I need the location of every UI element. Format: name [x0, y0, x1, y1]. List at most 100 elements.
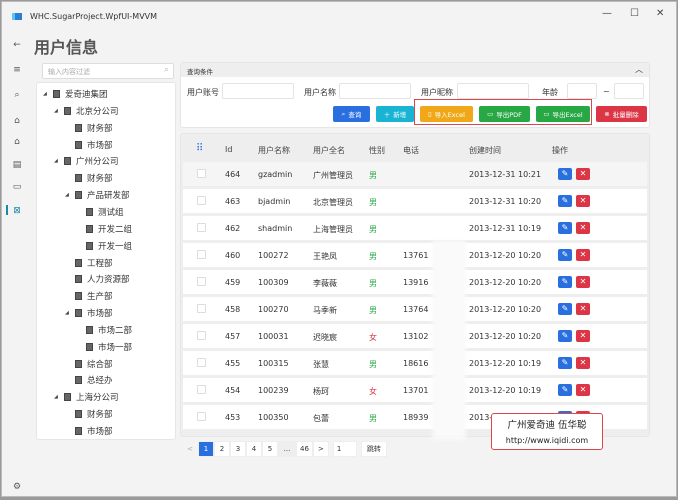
tree-node[interactable]: 市场二部 [76, 322, 132, 338]
delete-button[interactable]: ✕ [576, 330, 590, 342]
column-header[interactable]: 创建时间 [469, 145, 501, 156]
page-button[interactable]: 3 [230, 441, 246, 457]
collapse-icon[interactable]: ︿ [635, 64, 643, 75]
tree-node[interactable]: 综合部 [65, 356, 113, 372]
delete-button[interactable]: ✕ [576, 384, 590, 396]
tree-node[interactable]: 人力资源部 [65, 271, 130, 287]
edit-button[interactable]: ✎ [558, 276, 572, 288]
edit-button[interactable]: ✎ [558, 303, 572, 315]
expanded-triangle-icon[interactable]: ◢ [65, 192, 75, 198]
row-checkbox[interactable] [197, 358, 206, 367]
tree-node[interactable]: ◢ 广州分公司 [54, 153, 119, 169]
query-header[interactable]: 查询条件 ︿ [181, 63, 649, 77]
tree-node[interactable]: 工程部 [65, 255, 113, 271]
home-icon[interactable]: ⌂ [11, 116, 23, 126]
column-chooser-icon[interactable]: ⠿ [196, 143, 203, 154]
page-button[interactable]: 46 [296, 441, 313, 457]
table-row[interactable]: 462 shadmin 上海管理员 男 2013-12-31 10:19 ✎ ✕ [183, 216, 647, 240]
edit-button[interactable]: ✎ [558, 168, 572, 180]
edit-button[interactable]: ✎ [558, 195, 572, 207]
back-arrow-icon[interactable]: ← [11, 40, 23, 50]
edit-button[interactable]: ✎ [558, 330, 572, 342]
close-button[interactable]: ✕ [656, 8, 664, 19]
expanded-triangle-icon[interactable]: ◢ [54, 158, 64, 164]
tree-node[interactable]: ◢ 产品研发部 [65, 187, 130, 203]
search-icon[interactable]: ⌕ [11, 90, 23, 100]
row-checkbox[interactable] [197, 385, 206, 394]
page-button[interactable]: 1 [198, 441, 214, 457]
chart-icon[interactable]: ⊠ [11, 206, 23, 216]
page-button[interactable]: ... [278, 441, 296, 457]
row-checkbox[interactable] [197, 304, 206, 313]
tree-node[interactable]: 总经办 [65, 372, 113, 388]
table-row[interactable]: 457 100031 迟晓宸 女 13102 2013-12-20 10:20 ✎ ✕ [183, 324, 647, 348]
edit-button[interactable]: ✎ [558, 249, 572, 261]
tree-node[interactable]: 开发一组 [76, 238, 132, 254]
row-checkbox[interactable] [197, 223, 206, 232]
menu-icon[interactable]: ≡ [11, 65, 23, 75]
tree-node[interactable]: 财务部 [65, 170, 113, 186]
jump-page-input[interactable]: 1 [332, 441, 357, 457]
column-header[interactable]: 性别 [369, 145, 385, 156]
table-row[interactable]: 454 100239 杨珂 女 13701 2013-12-20 10:19 ✎ ✕ [183, 378, 647, 402]
row-checkbox[interactable] [197, 196, 206, 205]
tree-node[interactable]: ◢ 爱奇迪集团 [43, 86, 108, 102]
tree-node[interactable]: 市场部 [65, 137, 113, 153]
column-header[interactable]: 用户名称 [258, 145, 290, 156]
tree-node[interactable]: 财务部 [65, 120, 113, 136]
delete-button[interactable]: ✕ [576, 195, 590, 207]
nickname-input[interactable] [457, 83, 529, 99]
row-checkbox[interactable] [197, 412, 206, 421]
settings-icon[interactable]: ⚙ [11, 482, 23, 492]
delete-button[interactable]: ✕ [576, 357, 590, 369]
column-header[interactable]: 操作 [552, 145, 568, 156]
maximize-button[interactable]: ☐ [630, 8, 639, 19]
home-outline-icon[interactable]: ⌂ [11, 137, 23, 147]
table-row[interactable]: 463 bjadmin 北京管理员 男 2013-12-31 10:20 ✎ ✕ [183, 189, 647, 213]
column-header[interactable]: 用户全名 [313, 145, 345, 156]
table-row[interactable]: 464 gzadmin 广州管理员 男 2013-12-31 10:21 ✎ ✕ [183, 162, 647, 186]
delete-button[interactable]: ✕ [576, 168, 590, 180]
account-input[interactable] [222, 83, 294, 99]
minimize-button[interactable]: — [602, 8, 612, 19]
tree-node[interactable]: ◢ 北京分公司 [54, 103, 119, 119]
row-checkbox[interactable] [197, 169, 206, 178]
page-button[interactable]: 2 [214, 441, 230, 457]
age-min-input[interactable] [567, 83, 597, 99]
tree-filter-input[interactable]: 输入内容过滤 ⌕ [42, 63, 174, 79]
row-checkbox[interactable] [197, 250, 206, 259]
tree-node[interactable]: 市场一部 [76, 339, 132, 355]
edit-button[interactable]: ✎ [558, 357, 572, 369]
delete-button[interactable]: ✕ [576, 249, 590, 261]
tree-node[interactable]: 市场部 [65, 423, 113, 439]
age-max-input[interactable] [614, 83, 644, 99]
page-button[interactable]: 5 [262, 441, 278, 457]
tree-node[interactable]: 开发二组 [76, 221, 132, 237]
table-row[interactable]: 458 100270 马季新 男 13764 2013-12-20 10:20 ✎ ✕ [183, 297, 647, 321]
table-row[interactable]: 455 100315 张慧 男 18616 2013-12-20 10:19 ✎ ✕ [183, 351, 647, 375]
tree-node[interactable]: ◢ 市场部 [65, 305, 113, 321]
jump-button[interactable]: 跳转 [360, 441, 387, 457]
name-input[interactable] [339, 83, 411, 99]
column-header[interactable]: 电话 [403, 145, 419, 156]
card-icon[interactable]: ▭ [11, 182, 23, 192]
column-header[interactable]: Id [225, 145, 232, 154]
table-row[interactable]: 459 100309 李薇薇 男 13916 2013-12-20 10:20 ✎ ✕ [183, 270, 647, 294]
delete-button[interactable]: ✕ [576, 303, 590, 315]
expanded-triangle-icon[interactable]: ◢ [54, 108, 64, 114]
search-button[interactable]: ⌕ 查询 [333, 106, 370, 122]
batch-delete-button[interactable]: ⊗ 批量删除 [596, 106, 647, 122]
edit-button[interactable]: ✎ [558, 384, 572, 396]
table-row[interactable]: 460 100272 王艳凤 男 13761 2013-12-20 10:20 ✎ ✕ [183, 243, 647, 267]
tree-node[interactable]: ◢ 上海分公司 [54, 389, 119, 405]
expanded-triangle-icon[interactable]: ◢ [43, 91, 53, 97]
next-page-button[interactable]: > [312, 441, 329, 457]
prev-page-button[interactable]: < [182, 441, 198, 457]
document-icon[interactable]: ▤ [11, 160, 23, 170]
page-button[interactable]: 4 [246, 441, 262, 457]
expanded-triangle-icon[interactable]: ◢ [65, 310, 75, 316]
delete-button[interactable]: ✕ [576, 222, 590, 234]
tree-node[interactable]: 生产部 [65, 288, 113, 304]
row-checkbox[interactable] [197, 277, 206, 286]
tree-node[interactable]: 测试组 [76, 204, 124, 220]
